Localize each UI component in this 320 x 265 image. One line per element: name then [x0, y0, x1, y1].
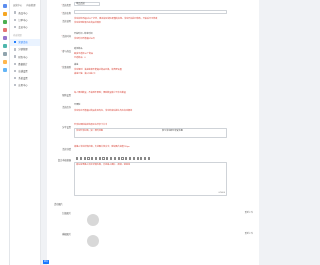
wallet-icon	[14, 55, 17, 58]
sidebar-item[interactable]: 会员中心	[10, 23, 40, 30]
upload-section-title: 活动图片	[54, 204, 63, 206]
gear-icon	[14, 76, 17, 80]
rail-icon-6[interactable]	[2, 44, 7, 48]
undo-icon[interactable]	[140, 157, 143, 160]
rail-icon-1[interactable]	[2, 4, 7, 8]
gift-icon	[14, 40, 17, 44]
app-rail	[0, 0, 10, 265]
sidebar-item[interactable]: 数据统计	[10, 60, 40, 67]
rule-hint-2: 满减门槛：满X元减Y元	[74, 73, 96, 75]
rail-icon-4[interactable]	[2, 28, 7, 32]
align-right-icon[interactable]	[106, 157, 109, 160]
editor-hint: 请在这里输入活动详情内容，支持插入图片、视频、链接等	[76, 164, 131, 166]
video-icon[interactable]	[125, 157, 128, 160]
fullscreen-icon[interactable]	[147, 157, 151, 160]
table-icon[interactable]	[128, 157, 132, 160]
editor-toolbar	[74, 156, 227, 161]
submit-button[interactable]: 提交	[43, 260, 49, 264]
user-icon	[14, 25, 17, 29]
editor-area[interactable]	[74, 162, 227, 196]
goods-label: *参与商品	[61, 51, 71, 53]
name-input[interactable]	[74, 10, 227, 15]
cover-reupload[interactable]: 重新上传	[245, 211, 253, 214]
toolbar-label: 富文本编辑器	[57, 160, 71, 162]
desc-label: 活动说明	[62, 21, 71, 23]
sidebar-item[interactable]: 应用中心	[10, 82, 40, 89]
time-label: *活动时间	[61, 36, 71, 38]
share-tail: 参与活动即可享受优惠	[162, 130, 183, 132]
rail-icon-7[interactable]	[2, 52, 7, 56]
sidebar-group-label: 内容管理	[13, 34, 22, 37]
quote-icon[interactable]	[132, 157, 135, 160]
detail-label: 活动详情	[62, 149, 71, 151]
sidebar-tab-1[interactable]: 运营中心	[13, 3, 22, 7]
limit-label: 限购设置	[62, 95, 71, 97]
rail-icon-9[interactable]	[2, 68, 7, 72]
time-hint: 活动时间不能超过30天	[74, 38, 96, 40]
rule-label: *优惠规则	[61, 67, 71, 69]
sidebar-item[interactable]: 订单中心	[10, 16, 40, 23]
rail-icon-5[interactable]	[2, 36, 7, 40]
share-icon	[14, 48, 17, 51]
order-icon	[14, 18, 17, 21]
ordered-list-icon[interactable]	[113, 157, 116, 160]
banner-image[interactable]	[87, 235, 99, 247]
sidebar-item[interactable]: 系统设置	[10, 75, 40, 82]
sidebar-item-active[interactable]: 营销活动	[10, 38, 40, 46]
rule-select[interactable]: 满减	[74, 64, 78, 67]
share-text: 活动分享标题，如：限时特惠	[76, 130, 104, 132]
time-value[interactable]: 开始时间 - 结束时间	[74, 33, 92, 36]
sidebar-tab-2[interactable]: 内容管理	[26, 3, 35, 7]
banner-reupload[interactable]: 重新上传	[245, 232, 253, 235]
goods-hint-2: 已选商品：0	[74, 57, 86, 59]
editor-count: 0/5000	[218, 192, 225, 194]
form-panel: *活动类型 单品活动 *活动名称 活动说明 活动名称不超过20个字符，建议填写简…	[47, 0, 259, 265]
align-center-icon[interactable]	[102, 157, 105, 160]
code-icon[interactable]	[136, 157, 139, 160]
sidebar-item[interactable]: 财务中心	[10, 53, 40, 60]
type-select[interactable]: 单品活动	[74, 2, 100, 6]
app-icon	[14, 84, 17, 87]
detail-hint: 请输入活动详情内容，支持图片和文字，建议图片宽度750px	[74, 146, 130, 148]
goods-select[interactable]: 选择商品	[74, 48, 82, 51]
redo-icon[interactable]	[144, 157, 147, 160]
stock-label: 活动库存	[62, 107, 71, 109]
image-icon[interactable]	[121, 157, 124, 160]
goods-hint-1: 最多可选择50个商品	[74, 53, 93, 55]
bg-color-icon[interactable]	[94, 157, 98, 160]
bold-icon[interactable]	[76, 157, 79, 160]
font-color-icon[interactable]	[91, 157, 94, 160]
strike-icon[interactable]	[87, 157, 90, 160]
chart-icon	[14, 62, 17, 65]
share-label: 分享设置	[62, 127, 71, 129]
limit-hint: 每人限购数量，不填则不限购；限购数量需小于库存数量	[74, 92, 126, 94]
shop-icon	[14, 69, 17, 73]
desc-hint-1: 活动名称不超过20个字符，建议填写简短易懂的名称。活动开始前可修改，开始后不可修…	[74, 18, 158, 20]
cover-image[interactable]	[87, 214, 99, 226]
rail-icon-2[interactable]	[2, 12, 7, 16]
italic-icon[interactable]	[79, 157, 82, 160]
sidebar-item[interactable]: 分销管理	[10, 46, 40, 53]
name-label: *活动名称	[61, 13, 71, 15]
cover-label: 封面图片	[62, 213, 71, 215]
share-hint: 分享标题和描述将展示在分享卡片中	[74, 124, 108, 126]
sidebar-item[interactable]: 商品中心	[10, 9, 40, 16]
rule-hint-1: 活动规则：满减金额不能超过商品价格，请合理设置	[74, 69, 122, 71]
list-icon[interactable]	[110, 157, 113, 160]
banner-label: 横幅图片	[62, 234, 71, 236]
rail-icon-3[interactable]	[2, 20, 7, 24]
underline-icon[interactable]	[83, 157, 86, 160]
link-icon[interactable]	[117, 157, 120, 160]
rail-icon-8[interactable]	[2, 60, 7, 64]
box-icon	[14, 11, 17, 14]
stock-hint: 活动库存不能超过商品实际库存，活动结束后剩余库存自动释放	[74, 110, 133, 112]
sidebar-item[interactable]: 店铺设置	[10, 67, 40, 74]
align-left-icon[interactable]	[98, 157, 101, 160]
sidebar: 运营中心 内容管理 商品中心 订单中心 会员中心 内容管理 营销活动 分销管理 …	[10, 0, 41, 265]
sidebar-tabs: 运营中心 内容管理	[10, 0, 40, 9]
type-label: *活动类型	[61, 5, 71, 7]
stock-select[interactable]: 不限制	[74, 104, 80, 107]
desc-hint-2: 活动说明将展示在商品详情页	[74, 22, 102, 24]
